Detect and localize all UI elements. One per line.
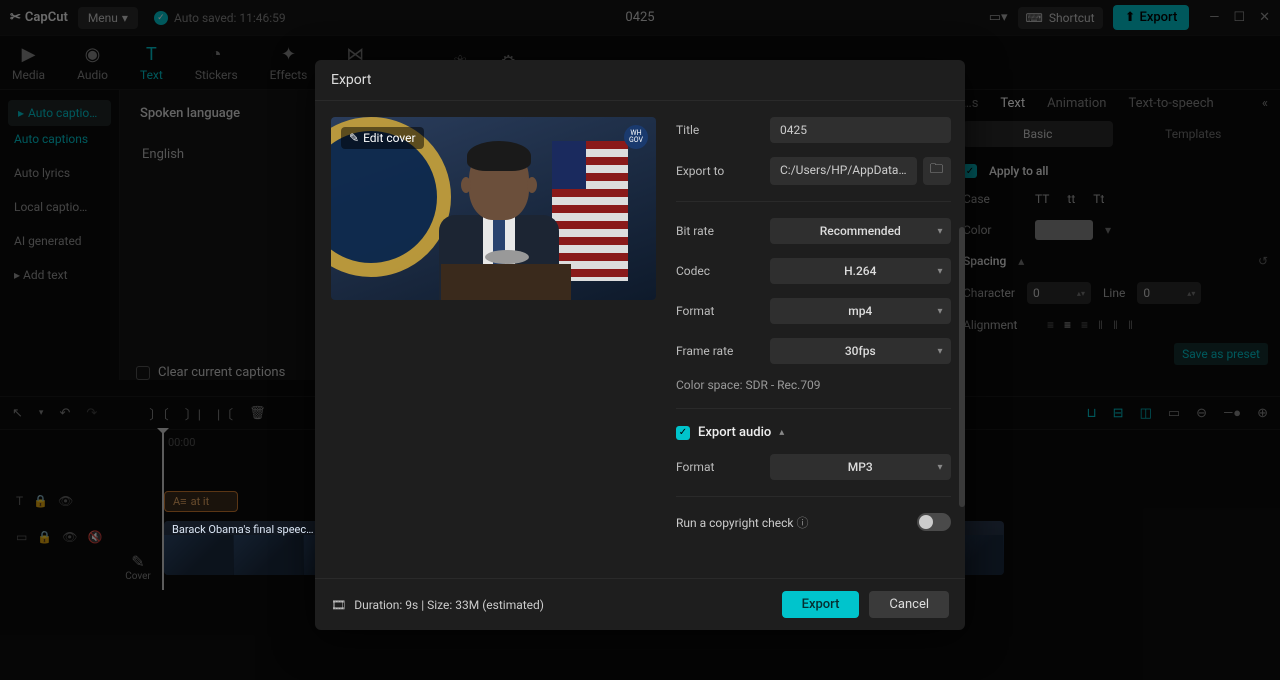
chevron-down-icon: ▾ (937, 306, 942, 317)
audio-format-select[interactable]: MP3 ▾ (770, 454, 951, 480)
divider (676, 496, 951, 497)
export-form: Title 0425 Export to C:/Users/HP/AppData… (676, 117, 963, 562)
edit-cover-label: Edit cover (363, 131, 416, 145)
codec-row: Codec H.264 ▾ (676, 258, 951, 284)
audio-format-value: MP3 (848, 460, 873, 474)
bitrate-row: Bit rate Recommended ▾ (676, 218, 951, 244)
framerate-row: Frame rate 30fps ▾ (676, 338, 951, 364)
podium-graphic (441, 264, 571, 300)
scrollbar[interactable] (959, 227, 965, 507)
browse-folder-button[interactable]: 🗀 (923, 157, 951, 185)
modal-cancel-button[interactable]: Cancel (869, 591, 949, 618)
export-path-input[interactable]: C:/Users/HP/AppData… (770, 157, 917, 185)
audio-format-label: Format (676, 460, 758, 474)
title-row: Title 0425 (676, 117, 951, 143)
modal-body: WH GOV ✎ Edit cover Title 0425 Export to… (315, 101, 965, 578)
format-label: Format (676, 304, 758, 318)
framerate-select[interactable]: 30fps ▾ (770, 338, 951, 364)
export-info: 🎞 Duration: 9s | Size: 33M (estimated) (331, 598, 544, 612)
format-select[interactable]: mp4 ▾ (770, 298, 951, 324)
modal-footer: 🎞 Duration: 9s | Size: 33M (estimated) E… (315, 578, 965, 630)
flag-graphic (552, 141, 628, 281)
format-row: Format mp4 ▾ (676, 298, 951, 324)
chevron-down-icon: ▾ (937, 462, 942, 473)
chevron-down-icon: ▾ (937, 266, 942, 277)
bitrate-select[interactable]: Recommended ▾ (770, 218, 951, 244)
export-info-text: Duration: 9s | Size: 33M (estimated) (354, 598, 544, 612)
chevron-down-icon: ▾ (937, 226, 942, 237)
framerate-value: 30fps (845, 344, 876, 358)
export-audio-label: Export audio (698, 425, 771, 440)
export-modal: Export WH GOV ✎ Edit cover Title 0425 Ex… (315, 60, 965, 630)
video-clip-title: Barack Obama's final speec… (172, 523, 314, 536)
export-audio-row[interactable]: ✓ Export audio ▴ (676, 425, 951, 440)
chevron-down-icon: ▾ (937, 346, 942, 357)
divider (676, 408, 951, 409)
codec-value: H.264 (844, 264, 876, 278)
title-label: Title (676, 123, 758, 137)
audio-format-row: Format MP3 ▾ (676, 454, 951, 480)
bitrate-label: Bit rate (676, 224, 758, 238)
export-to-label: Export to (676, 164, 758, 178)
chevron-up-icon: ▴ (779, 427, 784, 438)
pencil-icon: ✎ (349, 131, 359, 145)
divider (676, 201, 951, 202)
codec-select[interactable]: H.264 ▾ (770, 258, 951, 284)
colorspace-info: Color space: SDR - Rec.709 (676, 378, 951, 392)
checkbox-icon: ✓ (676, 426, 690, 440)
edit-cover-button[interactable]: ✎ Edit cover (341, 127, 424, 149)
copyright-toggle[interactable] (917, 513, 951, 531)
film-icon: 🎞 (331, 598, 346, 612)
codec-label: Codec (676, 264, 758, 278)
info-icon[interactable]: ⓘ (796, 516, 808, 530)
export-to-row: Export to C:/Users/HP/AppData… 🗀 (676, 157, 951, 185)
title-input[interactable]: 0425 (770, 117, 951, 143)
modal-title: Export (315, 60, 965, 101)
wh-badge: WH GOV (624, 125, 648, 149)
folder-icon: 🗀 (930, 160, 943, 182)
copyright-label: Run a copyright check (676, 516, 793, 530)
bitrate-value: Recommended (820, 224, 901, 238)
framerate-label: Frame rate (676, 344, 758, 358)
copyright-row: Run a copyright check ⓘ (676, 513, 951, 531)
cover-preview: WH GOV ✎ Edit cover (331, 117, 656, 300)
format-value: mp4 (848, 304, 872, 318)
modal-export-button[interactable]: Export (782, 591, 860, 618)
